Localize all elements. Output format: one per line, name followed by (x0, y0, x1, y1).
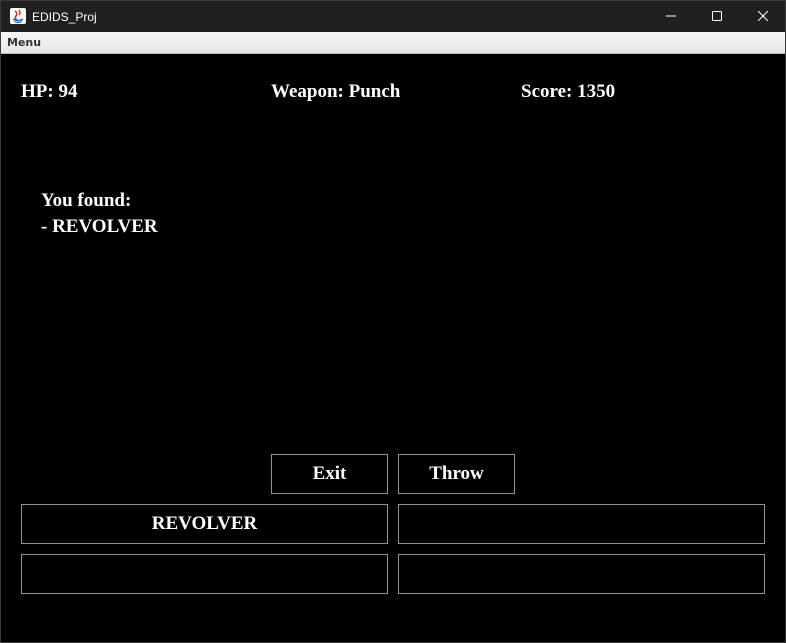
found-message: You found: - REVOLVER (41, 188, 158, 240)
maximize-icon (712, 8, 722, 26)
exit-button[interactable]: Exit (271, 454, 388, 494)
inventory-slot-3[interactable] (21, 554, 388, 594)
score-label: Score: 1350 (521, 81, 616, 102)
weapon-label: Weapon: Punch (271, 81, 401, 102)
throw-button[interactable]: Throw (398, 454, 515, 494)
close-button[interactable] (740, 1, 785, 32)
close-icon (757, 8, 769, 26)
menu-item-menu[interactable]: Menu (7, 35, 41, 51)
minimize-icon (666, 8, 676, 26)
hp-label: HP: 94 (21, 81, 78, 102)
app-window: EDIDS_Proj Menu HP: 94 Weapon: Punch Sco… (0, 0, 786, 643)
inventory-slot-4[interactable] (398, 554, 765, 594)
minimize-button[interactable] (648, 1, 694, 32)
window-title: EDIDS_Proj (32, 10, 97, 24)
title-bar[interactable]: EDIDS_Proj (1, 1, 785, 32)
java-app-icon (10, 8, 26, 24)
message-line: You found: (41, 190, 132, 211)
message-line: - REVOLVER (41, 216, 158, 237)
inventory-slot-2[interactable] (398, 504, 765, 544)
inventory-slot-1[interactable]: REVOLVER (21, 504, 388, 544)
maximize-button[interactable] (694, 1, 740, 32)
menu-bar: Menu (1, 32, 785, 54)
